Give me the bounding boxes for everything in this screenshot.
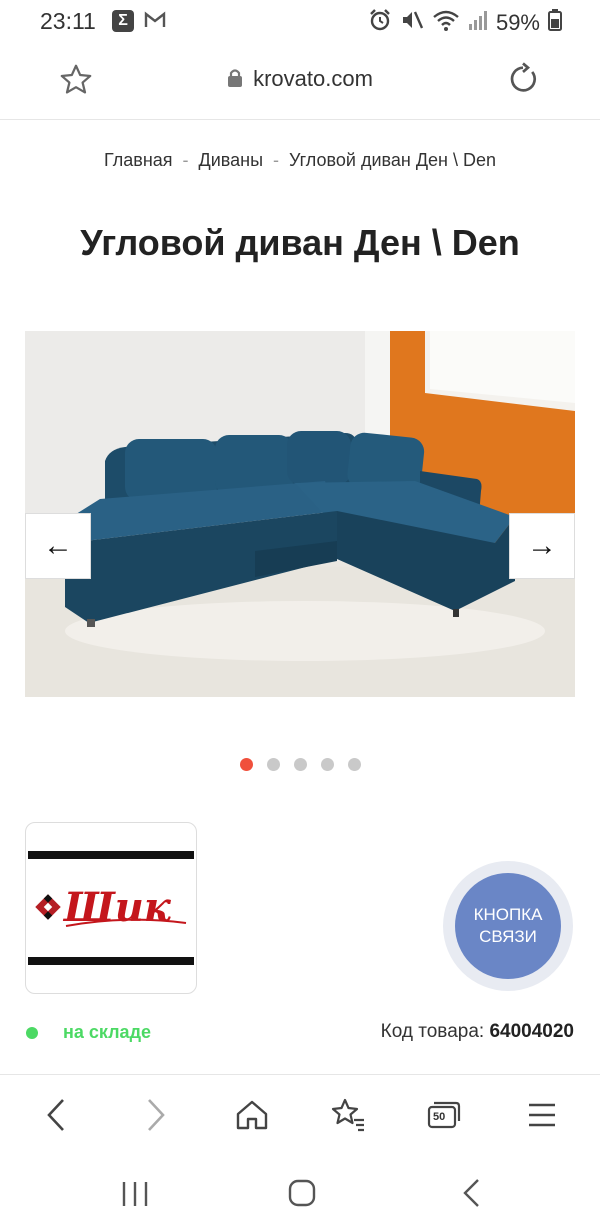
gallery-dot[interactable]	[239, 758, 253, 771]
back-nav-icon[interactable]	[460, 1178, 482, 1213]
gallery-pagination	[0, 758, 600, 771]
recent-apps-icon[interactable]	[120, 1180, 150, 1213]
back-icon[interactable]	[36, 1095, 76, 1135]
page-title: Угловой диван Ден \ Den	[80, 222, 520, 263]
sku: Код товара: 64004020	[381, 1021, 574, 1043]
gmail-icon	[144, 11, 166, 34]
signal-icon	[468, 9, 488, 36]
contact-button[interactable]: КНОПКА СВЯЗИ	[455, 873, 561, 979]
battery-percent: 59%	[495, 9, 540, 35]
tabs-icon[interactable]: 50	[424, 1095, 464, 1135]
reload-icon[interactable]	[506, 62, 540, 101]
status-bar: 23:11 Σ 59%	[0, 0, 600, 42]
status-icons: 59%	[368, 8, 562, 37]
sigma-icon: Σ	[112, 10, 134, 32]
battery-icon	[548, 9, 562, 36]
breadcrumb-sofas[interactable]: Диваны	[199, 150, 264, 170]
sku-value: 64004020	[489, 1021, 574, 1042]
breadcrumb: Главная - Диваны - Угловой диван Ден \ Den	[0, 150, 600, 171]
gallery-dot[interactable]	[293, 758, 307, 771]
contact-button-ring: КНОПКА СВЯЗИ	[443, 861, 573, 991]
bookmarks-icon[interactable]	[328, 1095, 368, 1135]
browser-toolbar: 50	[0, 1074, 600, 1154]
url-bar: krovato.com	[0, 44, 600, 120]
home-nav-icon[interactable]	[287, 1178, 317, 1213]
menu-icon[interactable]	[522, 1095, 562, 1135]
gallery-dot[interactable]	[347, 758, 361, 771]
status-time: 23:11	[40, 8, 96, 34]
wifi-icon	[432, 8, 460, 37]
gallery-dot[interactable]	[320, 758, 334, 771]
gallery-dot[interactable]	[266, 758, 280, 771]
gallery-next-button[interactable]: →	[509, 513, 575, 579]
home-icon[interactable]	[232, 1095, 272, 1135]
stock-status: на складе	[63, 1022, 152, 1042]
alarm-icon	[368, 8, 392, 37]
system-navigation-bar	[0, 1156, 600, 1232]
product-image	[25, 331, 575, 697]
tab-count: 50	[433, 1111, 446, 1123]
forward-icon[interactable]	[136, 1095, 176, 1135]
lock-icon	[227, 68, 243, 94]
brand-logo[interactable]: Шик	[25, 822, 197, 994]
url-text: krovato.com	[253, 66, 373, 91]
gallery-prev-button[interactable]: ←	[25, 513, 91, 579]
breadcrumb-separator: -	[182, 150, 189, 170]
breadcrumb-separator: -	[273, 150, 280, 170]
sku-label: Код товара:	[380, 1021, 485, 1042]
breadcrumb-home[interactable]: Главная	[104, 150, 173, 170]
stock-indicator-dot	[26, 1027, 38, 1039]
mute-icon	[400, 8, 424, 37]
breadcrumb-current: Угловой диван Ден \ Den	[289, 150, 496, 170]
